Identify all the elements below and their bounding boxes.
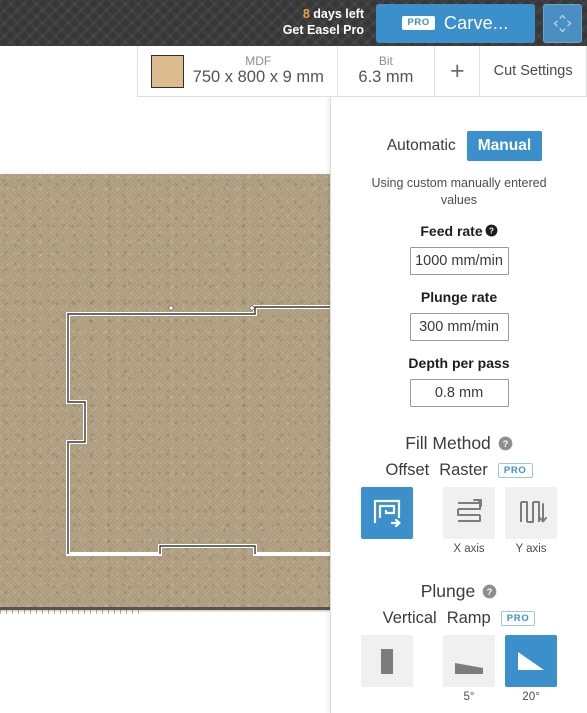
cut-settings-tab[interactable]: Cut Settings	[480, 46, 586, 96]
get-easel-pro-link[interactable]: Get Easel Pro	[283, 23, 364, 39]
ramp-20-tile[interactable]	[505, 634, 557, 687]
top-bar-right-group: 8 days left Get Easel Pro PRO Carve...	[283, 0, 587, 46]
pro-badge-icon: PRO	[402, 16, 435, 30]
vertical-plunge-icon	[381, 648, 393, 674]
plunge-rate-field: Plunge rate	[331, 289, 587, 341]
fill-method-option-headings: Offset Raster PRO	[331, 461, 587, 480]
four-way-arrows-icon	[553, 14, 572, 32]
plunge-option-ramp-5: 5°	[443, 634, 495, 703]
easel-app-window: 8 days left Get Easel Pro PRO Carve... M…	[0, 0, 587, 713]
offset-heading: Offset	[385, 460, 430, 479]
material-dimensions-label: 750 x 800 x 9 mm	[192, 68, 324, 87]
offset-tile[interactable]	[361, 486, 413, 539]
depth-per-pass-label: Depth per pass	[408, 354, 510, 371]
material-text: MDF 750 x 800 x 9 mm	[192, 53, 324, 88]
plunge-rate-label-row: Plunge rate	[421, 289, 497, 305]
feed-rate-label: Feed rate	[420, 222, 483, 239]
vertical-plunge-tile[interactable]	[361, 634, 413, 687]
ramp-5-tile[interactable]	[443, 634, 495, 687]
plunge-help-icon[interactable]: ?	[482, 584, 497, 599]
raster-x-tile[interactable]	[443, 486, 495, 539]
feed-rate-field: Feed rate ?	[331, 223, 587, 275]
plunge-option-vertical	[361, 634, 413, 691]
offset-spiral-icon	[373, 499, 401, 527]
carve-button[interactable]: PRO Carve...	[376, 3, 535, 43]
material-swatch-icon	[150, 54, 184, 88]
bit-selector[interactable]: Bit 6.3 mm	[337, 46, 436, 96]
plunge-heading-row: Plunge ?	[331, 581, 587, 602]
bit-label: Bit	[378, 53, 393, 68]
raster-heading: Raster	[439, 460, 488, 479]
material-selector[interactable]: MDF 750 x 800 x 9 mm	[138, 46, 338, 96]
project-toolbar: MDF 750 x 800 x 9 mm Bit 6.3 mm + Cut Se…	[137, 46, 587, 97]
ramp-20deg-icon	[518, 651, 544, 670]
raster-x-axis-icon	[457, 498, 482, 522]
fill-option-raster-x: X axis	[443, 486, 495, 555]
depth-per-pass-input[interactable]	[409, 378, 509, 407]
raster-y-tile[interactable]	[505, 486, 557, 539]
top-bar: 8 days left Get Easel Pro PRO Carve...	[0, 0, 587, 46]
trial-days-line: 8 days left	[283, 7, 364, 23]
raster-x-tile-caption: X axis	[453, 542, 485, 555]
ramp-5-caption: 5°	[463, 690, 475, 703]
bit-text: Bit 6.3 mm	[358, 53, 414, 88]
svg-text:?: ?	[489, 227, 494, 236]
feed-rate-label-row: Feed rate ?	[420, 222, 498, 239]
depth-per-pass-label-row: Depth per pass	[408, 355, 509, 371]
material-type-label: MDF	[245, 53, 272, 68]
vertical-heading: Vertical	[382, 608, 437, 627]
fill-method-title: Fill Method	[405, 432, 491, 453]
ramp-20-caption: 20°	[522, 690, 540, 703]
raster-y-axis-icon	[520, 500, 547, 523]
raster-pro-badge-icon: PRO	[497, 462, 533, 478]
mode-toggle-group: Automatic Manual	[331, 131, 587, 161]
plunge-tiles: 5° 20°	[331, 634, 587, 703]
trial-days-suffix: days left	[309, 7, 364, 22]
depth-per-pass-field: Depth per pass	[331, 355, 587, 407]
svg-text:?: ?	[487, 587, 493, 597]
ramp-pro-badge-icon: PRO	[500, 610, 536, 626]
carve-button-label: Carve...	[443, 12, 509, 33]
plunge-rate-label: Plunge rate	[420, 288, 498, 305]
mode-hint-text: Using custom manually entered values	[371, 176, 547, 207]
plunge-option-headings: Vertical Ramp PRO	[331, 609, 587, 628]
trial-days-count: 8	[302, 7, 310, 22]
plunge-title: Plunge	[420, 580, 476, 601]
fill-method-help-icon[interactable]: ?	[498, 436, 513, 451]
trial-status: 8 days left Get Easel Pro	[283, 7, 368, 38]
fill-method-tiles: X axis Y axis	[331, 486, 587, 555]
cut-settings-panel: Automatic Manual Using custom manually e…	[330, 96, 587, 713]
fill-method-heading-row: Fill Method ?	[331, 433, 587, 454]
mode-tab-automatic[interactable]: Automatic	[376, 131, 467, 161]
svg-text:?: ?	[502, 439, 508, 449]
mode-tab-manual[interactable]: Manual	[466, 131, 543, 161]
raster-y-tile-caption: Y axis	[515, 542, 547, 555]
plunge-option-ramp-20: 20°	[505, 634, 557, 703]
add-bit-button[interactable]: +	[435, 46, 481, 96]
fill-option-raster-y: Y axis	[505, 486, 557, 555]
fill-option-offset	[361, 486, 413, 543]
plunge-rate-input[interactable]	[409, 312, 509, 341]
bit-size-label: 6.3 mm	[358, 68, 414, 87]
ramp-5deg-icon	[455, 662, 483, 674]
ramp-heading: Ramp	[446, 608, 491, 627]
move-view-button[interactable]	[543, 3, 582, 43]
feed-rate-help-icon[interactable]: ?	[485, 224, 498, 237]
feed-rate-input[interactable]	[409, 246, 509, 275]
